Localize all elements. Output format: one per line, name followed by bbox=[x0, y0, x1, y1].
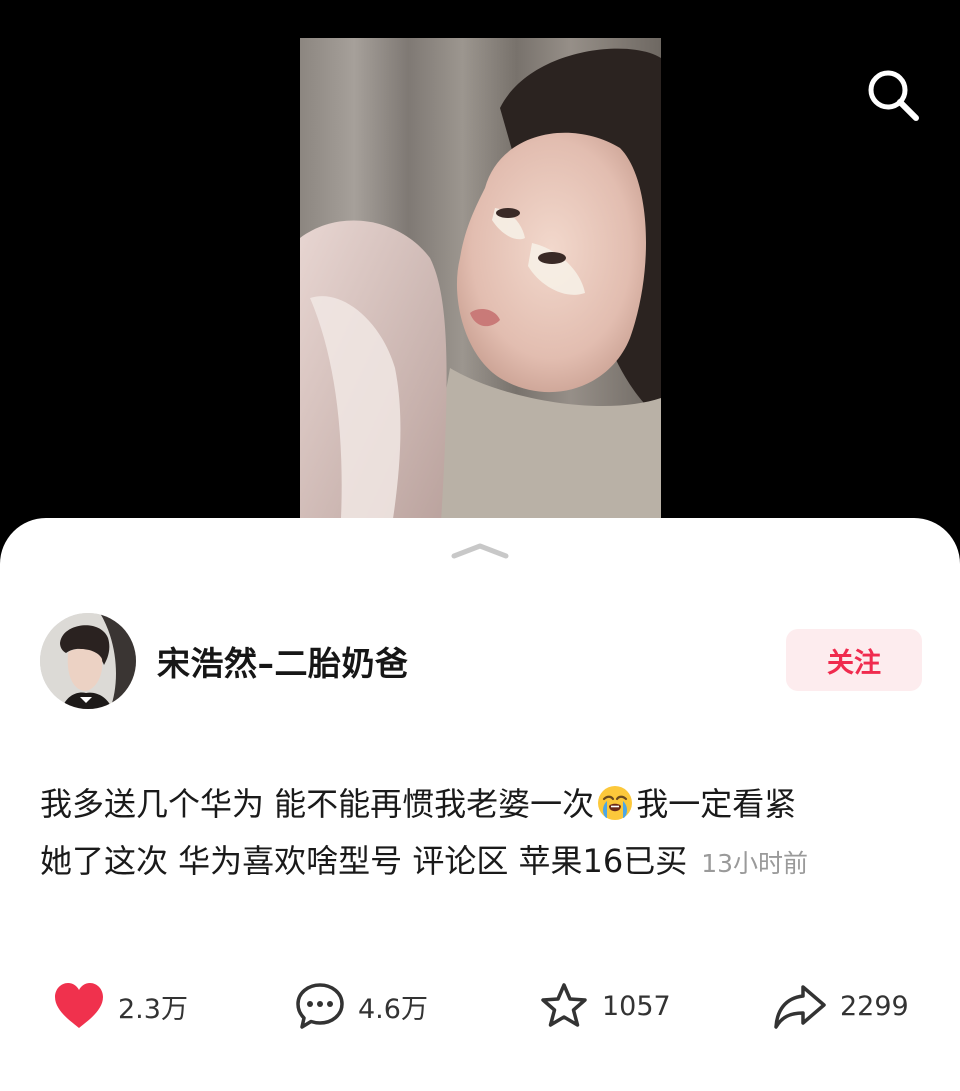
sheet-expand-handle[interactable] bbox=[448, 540, 512, 560]
caption-text-line1-end: 我一定看紧 bbox=[636, 785, 797, 823]
caption-text-line2: 她了这次 华为喜欢啥型号 评论区 苹果16已买 bbox=[40, 842, 688, 880]
post-image[interactable] bbox=[300, 38, 661, 538]
author-name[interactable]: 宋浩然–二胎奶爸 bbox=[157, 637, 409, 685]
author-row: 宋浩然–二胎奶爸 关注 bbox=[40, 613, 922, 709]
loudly-crying-face-emoji-icon bbox=[596, 783, 634, 821]
search-icon bbox=[868, 70, 919, 121]
comment-count: 4.6万 bbox=[358, 993, 428, 1025]
comment-icon bbox=[296, 983, 344, 1029]
post-time: 13小时前 bbox=[701, 849, 809, 878]
follow-button[interactable]: 关注 bbox=[786, 629, 922, 691]
comment-button[interactable]: 4.6万 bbox=[294, 974, 428, 1038]
action-bar: 2.3万 4.6万 1057 2299 bbox=[0, 974, 960, 1038]
caption-text-line1: 我多送几个华为 能不能再惯我老婆一次 bbox=[40, 785, 595, 823]
search-button[interactable] bbox=[862, 64, 924, 126]
post-caption: 我多送几个华为 能不能再惯我老婆一次 我一定看紧 她了这次 华为喜欢啥型号 评论… bbox=[40, 776, 920, 892]
post-detail-screen: 宋浩然–二胎奶爸 关注 我多送几个华为 能不能再惯我老婆一次 我一定看紧 她了这… bbox=[0, 0, 960, 1091]
post-photo bbox=[300, 38, 661, 538]
avatar-image bbox=[40, 613, 136, 709]
heart-icon bbox=[55, 983, 103, 1028]
share-icon bbox=[774, 985, 826, 1029]
like-button[interactable]: 2.3万 bbox=[52, 974, 188, 1038]
share-button[interactable]: 2299 bbox=[772, 974, 909, 1038]
favorite-count: 1057 bbox=[602, 990, 671, 1022]
avatar[interactable] bbox=[40, 613, 136, 709]
favorite-button[interactable]: 1057 bbox=[538, 974, 671, 1038]
post-info-sheet: 宋浩然–二胎奶爸 关注 我多送几个华为 能不能再惯我老婆一次 我一定看紧 她了这… bbox=[0, 518, 960, 1091]
chevron-up-icon bbox=[451, 543, 509, 559]
star-icon bbox=[541, 983, 587, 1027]
share-count: 2299 bbox=[840, 990, 909, 1022]
like-count: 2.3万 bbox=[118, 993, 188, 1025]
